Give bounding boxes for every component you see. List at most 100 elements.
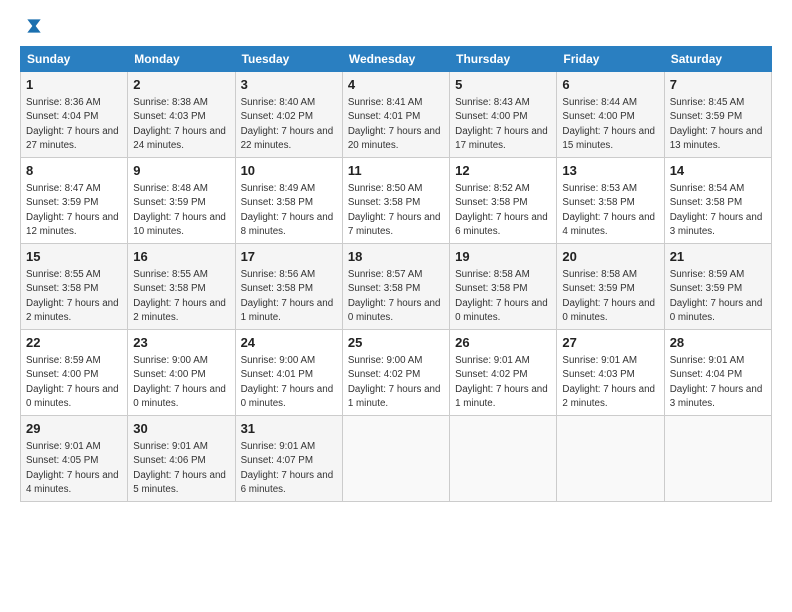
day-info: Sunrise: 8:49 AMSunset: 3:58 PMDaylight:… — [241, 182, 337, 239]
week-row-5: 29 Sunrise: 9:01 AMSunset: 4:05 PMDayligh… — [21, 416, 772, 502]
calendar-cell: 15 Sunrise: 8:55 AMSunset: 3:58 PMDayligh… — [21, 244, 128, 330]
day-number: 26 — [455, 334, 551, 352]
day-info: Sunrise: 8:44 AMSunset: 4:00 PMDaylight:… — [562, 96, 658, 153]
day-info: Sunrise: 9:00 AMSunset: 4:01 PMDaylight:… — [241, 354, 337, 411]
day-number: 3 — [241, 76, 337, 94]
day-number: 18 — [348, 248, 444, 266]
day-info: Sunrise: 8:58 AMSunset: 3:59 PMDaylight:… — [562, 268, 658, 325]
day-info: Sunrise: 8:47 AMSunset: 3:59 PMDaylight:… — [26, 182, 122, 239]
calendar-cell: 19 Sunrise: 8:58 AMSunset: 3:58 PMDayligh… — [450, 244, 557, 330]
col-header-friday: Friday — [557, 47, 664, 72]
calendar-cell: 12Sunrise: 8:52 AMSunset: 3:58 PMDayligh… — [450, 158, 557, 244]
calendar-cell: 29 Sunrise: 9:01 AMSunset: 4:05 PMDayligh… — [21, 416, 128, 502]
calendar-cell: 16 Sunrise: 8:55 AMSunset: 3:58 PMDayligh… — [128, 244, 235, 330]
calendar-cell: 11 Sunrise: 8:50 AMSunset: 3:58 PMDayligh… — [342, 158, 449, 244]
day-number: 16 — [133, 248, 229, 266]
col-header-thursday: Thursday — [450, 47, 557, 72]
day-number: 20 — [562, 248, 658, 266]
calendar-cell: 13 Sunrise: 8:53 AMSunset: 3:58 PMDayligh… — [557, 158, 664, 244]
day-number: 31 — [241, 420, 337, 438]
col-header-tuesday: Tuesday — [235, 47, 342, 72]
day-info: Sunrise: 8:59 AMSunset: 3:59 PMDaylight:… — [670, 268, 766, 325]
calendar-cell: 4Sunrise: 8:41 AMSunset: 4:01 PMDaylight… — [342, 72, 449, 158]
day-number: 8 — [26, 162, 122, 180]
day-number: 22 — [26, 334, 122, 352]
calendar-cell: 5 Sunrise: 8:43 AMSunset: 4:00 PMDaylight… — [450, 72, 557, 158]
day-number: 12 — [455, 162, 551, 180]
day-number: 27 — [562, 334, 658, 352]
week-row-2: 8 Sunrise: 8:47 AMSunset: 3:59 PMDaylight… — [21, 158, 772, 244]
day-number: 1 — [26, 76, 122, 94]
col-header-wednesday: Wednesday — [342, 47, 449, 72]
day-info: Sunrise: 9:01 AMSunset: 4:04 PMDaylight:… — [670, 354, 766, 411]
day-info: Sunrise: 8:50 AMSunset: 3:58 PMDaylight:… — [348, 182, 444, 239]
day-number: 6 — [562, 76, 658, 94]
calendar-cell: 14Sunrise: 8:54 AMSunset: 3:58 PMDayligh… — [664, 158, 771, 244]
logo-flag-icon — [24, 16, 44, 36]
day-number: 15 — [26, 248, 122, 266]
calendar-cell: 20 Sunrise: 8:58 AMSunset: 3:59 PMDayligh… — [557, 244, 664, 330]
calendar-cell: 18 Sunrise: 8:57 AMSunset: 3:58 PMDayligh… — [342, 244, 449, 330]
calendar-cell: 28 Sunrise: 9:01 AMSunset: 4:04 PMDayligh… — [664, 330, 771, 416]
calendar-cell: 21 Sunrise: 8:59 AMSunset: 3:59 PMDayligh… — [664, 244, 771, 330]
calendar-cell: 10 Sunrise: 8:49 AMSunset: 3:58 PMDayligh… — [235, 158, 342, 244]
calendar-page: SundayMondayTuesdayWednesdayThursdayFrid… — [0, 0, 792, 612]
day-number: 11 — [348, 162, 444, 180]
day-number: 21 — [670, 248, 766, 266]
day-number: 5 — [455, 76, 551, 94]
day-info: Sunrise: 9:01 AMSunset: 4:03 PMDaylight:… — [562, 354, 658, 411]
header — [20, 16, 772, 36]
calendar-table: SundayMondayTuesdayWednesdayThursdayFrid… — [20, 46, 772, 502]
calendar-cell — [557, 416, 664, 502]
day-number: 2 — [133, 76, 229, 94]
day-info: Sunrise: 8:45 AMSunset: 3:59 PMDaylight:… — [670, 96, 766, 153]
day-number: 10 — [241, 162, 337, 180]
calendar-cell: 31 Sunrise: 9:01 AMSunset: 4:07 PMDayligh… — [235, 416, 342, 502]
day-info: Sunrise: 8:59 AMSunset: 4:00 PMDaylight:… — [26, 354, 122, 411]
day-number: 24 — [241, 334, 337, 352]
day-number: 17 — [241, 248, 337, 266]
logo — [20, 16, 44, 36]
day-info: Sunrise: 8:48 AMSunset: 3:59 PMDaylight:… — [133, 182, 229, 239]
calendar-cell: 6 Sunrise: 8:44 AMSunset: 4:00 PMDaylight… — [557, 72, 664, 158]
day-info: Sunrise: 9:01 AMSunset: 4:07 PMDaylight:… — [241, 440, 337, 497]
day-info: Sunrise: 8:54 AMSunset: 3:58 PMDaylight:… — [670, 182, 766, 239]
day-number: 28 — [670, 334, 766, 352]
day-info: Sunrise: 8:40 AMSunset: 4:02 PMDaylight:… — [241, 96, 337, 153]
day-number: 7 — [670, 76, 766, 94]
day-info: Sunrise: 9:00 AMSunset: 4:00 PMDaylight:… — [133, 354, 229, 411]
day-number: 29 — [26, 420, 122, 438]
day-info: Sunrise: 8:58 AMSunset: 3:58 PMDaylight:… — [455, 268, 551, 325]
calendar-cell — [664, 416, 771, 502]
calendar-cell: 25Sunrise: 9:00 AMSunset: 4:02 PMDayligh… — [342, 330, 449, 416]
day-number: 19 — [455, 248, 551, 266]
day-info: Sunrise: 8:43 AMSunset: 4:00 PMDaylight:… — [455, 96, 551, 153]
week-row-1: 1 Sunrise: 8:36 AMSunset: 4:04 PMDaylight… — [21, 72, 772, 158]
calendar-cell: 8 Sunrise: 8:47 AMSunset: 3:59 PMDaylight… — [21, 158, 128, 244]
calendar-cell: 26 Sunrise: 9:01 AMSunset: 4:02 PMDayligh… — [450, 330, 557, 416]
col-header-sunday: Sunday — [21, 47, 128, 72]
calendar-cell: 7 Sunrise: 8:45 AMSunset: 3:59 PMDaylight… — [664, 72, 771, 158]
day-number: 13 — [562, 162, 658, 180]
day-number: 9 — [133, 162, 229, 180]
day-info: Sunrise: 8:53 AMSunset: 3:58 PMDaylight:… — [562, 182, 658, 239]
day-info: Sunrise: 9:01 AMSunset: 4:02 PMDaylight:… — [455, 354, 551, 411]
calendar-cell — [450, 416, 557, 502]
calendar-cell: 30Sunrise: 9:01 AMSunset: 4:06 PMDayligh… — [128, 416, 235, 502]
calendar-cell: 23Sunrise: 9:00 AMSunset: 4:00 PMDayligh… — [128, 330, 235, 416]
day-of-week-row: SundayMondayTuesdayWednesdayThursdayFrid… — [21, 47, 772, 72]
calendar-cell: 27 Sunrise: 9:01 AMSunset: 4:03 PMDayligh… — [557, 330, 664, 416]
day-info: Sunrise: 8:57 AMSunset: 3:58 PMDaylight:… — [348, 268, 444, 325]
day-info: Sunrise: 8:36 AMSunset: 4:04 PMDaylight:… — [26, 96, 122, 153]
day-info: Sunrise: 8:41 AMSunset: 4:01 PMDaylight:… — [348, 96, 444, 153]
calendar-cell — [342, 416, 449, 502]
day-info: Sunrise: 8:55 AMSunset: 3:58 PMDaylight:… — [133, 268, 229, 325]
day-info: Sunrise: 9:01 AMSunset: 4:05 PMDaylight:… — [26, 440, 122, 497]
calendar-cell: 3 Sunrise: 8:40 AMSunset: 4:02 PMDaylight… — [235, 72, 342, 158]
col-header-saturday: Saturday — [664, 47, 771, 72]
col-header-monday: Monday — [128, 47, 235, 72]
day-info: Sunrise: 9:01 AMSunset: 4:06 PMDaylight:… — [133, 440, 229, 497]
day-info: Sunrise: 8:56 AMSunset: 3:58 PMDaylight:… — [241, 268, 337, 325]
calendar-cell: 1 Sunrise: 8:36 AMSunset: 4:04 PMDaylight… — [21, 72, 128, 158]
day-info: Sunrise: 8:55 AMSunset: 3:58 PMDaylight:… — [26, 268, 122, 325]
